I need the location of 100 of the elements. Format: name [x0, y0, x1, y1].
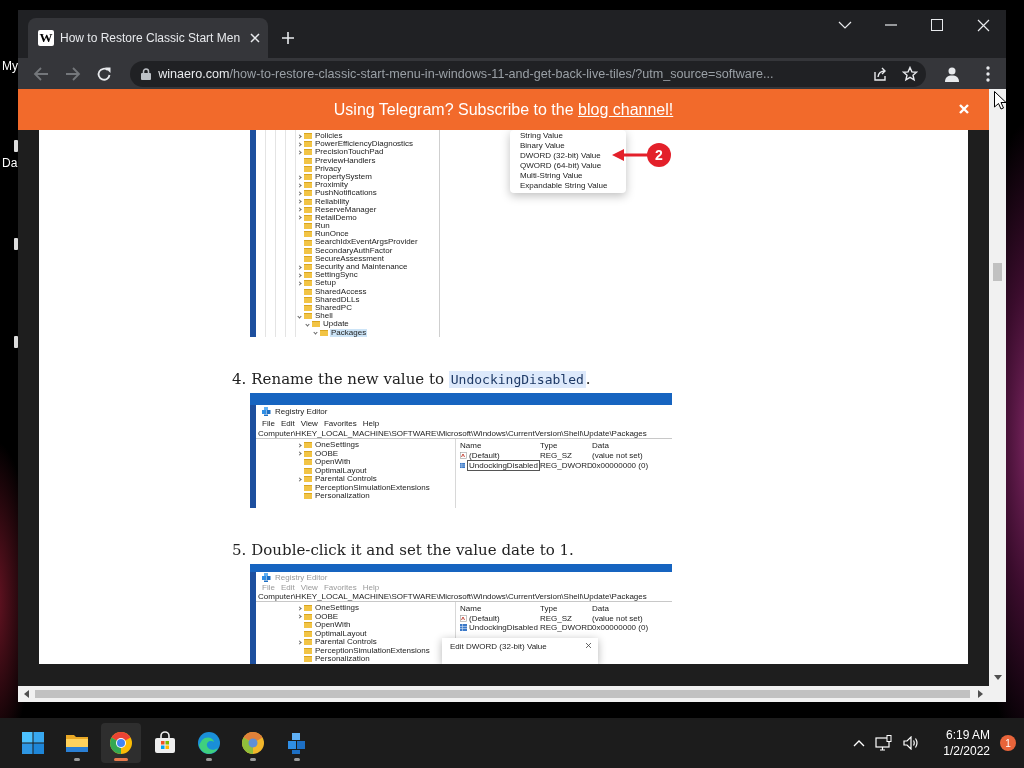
tree-item[interactable]: SecureAssessment: [314, 254, 385, 263]
tree-item[interactable]: Personalization: [314, 492, 371, 501]
menu-item[interactable]: View: [300, 418, 318, 428]
step-badge: 2: [647, 143, 671, 167]
column-header[interactable]: Name: [460, 441, 540, 451]
tree-item[interactable]: SettingSync: [314, 271, 359, 280]
share-icon[interactable]: [872, 65, 888, 82]
horizontal-scrollbar[interactable]: [18, 686, 1006, 702]
menu-item[interactable]: Binary Value: [520, 140, 565, 150]
scrollbar-thumb[interactable]: [35, 690, 970, 698]
tree-item[interactable]: SharedAccess: [314, 287, 368, 296]
value-data: (value not set): [592, 450, 644, 460]
tree-item[interactable]: OneSettings: [314, 604, 361, 613]
tree-item[interactable]: Shell: [314, 312, 334, 321]
profile-icon[interactable]: [944, 65, 960, 82]
desktop-icon-label[interactable]: My: [2, 59, 18, 73]
new-tab-icon[interactable]: [281, 31, 295, 45]
desktop-icon[interactable]: [14, 140, 18, 152]
menu-item[interactable]: Favorites: [323, 418, 357, 428]
tree-item[interactable]: Parental Controls: [314, 638, 378, 647]
column-header[interactable]: Data: [592, 441, 672, 451]
desktop-icon[interactable]: [14, 238, 18, 250]
tree-item[interactable]: OOBE: [314, 449, 340, 458]
tree-item[interactable]: RunOnce: [314, 230, 350, 239]
browser-tab[interactable]: W How to Restore Classic Start Men: [28, 18, 268, 58]
cubes-icon: [262, 407, 271, 416]
chevron-up-icon[interactable]: [853, 739, 866, 747]
browser-icon[interactable]: [109, 731, 133, 755]
tree-item[interactable]: SecondaryAuthFactor: [314, 246, 394, 255]
tree-item[interactable]: OpenWith: [314, 621, 352, 630]
menu-item[interactable]: DWORD (32-bit) Value: [520, 150, 601, 160]
dialog-title: Edit DWORD (32-bit) Value: [450, 642, 547, 651]
reload-icon[interactable]: [96, 65, 113, 82]
rename-field[interactable]: UndockingDisabled: [467, 460, 540, 471]
tree-item[interactable]: Privacy: [314, 164, 343, 173]
menu-item[interactable]: String Value: [520, 130, 563, 140]
tree-item[interactable]: PrecisionTouchPad: [314, 148, 385, 157]
tree-item[interactable]: PreviewHandlers: [314, 156, 377, 165]
tree-item[interactable]: SharedDLLs: [314, 295, 361, 304]
tree-item[interactable]: OneSettings: [314, 441, 361, 450]
shopping-bag-icon[interactable]: [153, 731, 177, 755]
menu-item[interactable]: QWORD (64-bit) Value: [520, 160, 602, 170]
volume-icon[interactable]: [903, 736, 920, 750]
desktop-icon-label[interactable]: Da: [2, 156, 18, 170]
tree-item[interactable]: OOBE: [314, 612, 340, 621]
tree-item[interactable]: Packages: [330, 328, 368, 337]
lock-icon[interactable]: [141, 67, 152, 80]
tree-item[interactable]: OpenWith: [314, 458, 352, 467]
menu-icon[interactable]: [986, 65, 990, 82]
tree-item[interactable]: PerceptionSimulationExtensions: [314, 483, 431, 492]
swirl-browser-icon[interactable]: [197, 731, 221, 755]
tree-item[interactable]: Update: [322, 320, 350, 329]
value-name[interactable]: (Default): [469, 450, 500, 460]
tree-item[interactable]: Personalization: [314, 655, 371, 664]
cubes-icon: [262, 573, 271, 582]
tree-item[interactable]: Reliability: [314, 197, 351, 206]
vertical-scrollbar[interactable]: [989, 89, 1006, 686]
tree-item[interactable]: SharedPC: [314, 303, 353, 313]
menu-item[interactable]: Multi-String Value: [520, 170, 583, 180]
scroll-down-icon[interactable]: [993, 675, 1002, 680]
menu-item[interactable]: File: [262, 418, 275, 428]
value-type: REG_DWORD: [540, 461, 592, 470]
star-icon[interactable]: [902, 65, 918, 82]
maximize-icon[interactable]: [931, 19, 943, 31]
tree-item[interactable]: PropertySystem: [314, 172, 373, 182]
clock-date[interactable]: 1/2/2022: [943, 743, 990, 759]
string-value-icon: [460, 614, 467, 622]
tree-item[interactable]: ReserveManager: [314, 205, 378, 214]
tree-item[interactable]: PushNotifications: [314, 189, 378, 198]
tree-item[interactable]: OptimalLayout: [314, 629, 368, 638]
tree-item[interactable]: Run: [314, 222, 331, 231]
scroll-right-icon[interactable]: [978, 690, 983, 698]
address-bar[interactable]: winaero.com/how-to-restore-classic-start-menu-in-windows-11-and-get-back-live-tiles/?utm_source=software...: [130, 60, 926, 87]
tree-item[interactable]: PerceptionSimulationExtensions: [314, 646, 431, 655]
callout-arrow: [612, 149, 648, 161]
clock-time[interactable]: 6:19 AM: [945, 727, 990, 743]
step-text: Double-click it and set the value date to 1.: [251, 541, 574, 559]
column-header[interactable]: Type: [540, 441, 592, 451]
tree-item[interactable]: Setup: [314, 279, 337, 288]
window-title: Registry Editor: [275, 573, 328, 582]
menu-item[interactable]: Expandable String Value: [520, 180, 608, 190]
tree-item[interactable]: RetailDemo: [314, 213, 358, 223]
start-icon[interactable]: [21, 731, 45, 755]
scrollbar-thumb[interactable]: [993, 263, 1002, 281]
tree-item[interactable]: SearchIdxEventArgsProvider: [314, 238, 419, 247]
taskbar-button[interactable]: [101, 723, 141, 763]
address-path[interactable]: Computer\HKEY_LOCAL_MACHINE\SOFTWARE\Microsoft\Windows\CurrentVersion\Shell\Update\Packages: [256, 428, 672, 439]
tree-item[interactable]: Security and Maintenance: [314, 263, 409, 272]
tree-item[interactable]: PowerEfficiencyDiagnostics: [314, 140, 415, 149]
desktop-icon[interactable]: [14, 336, 18, 348]
tree-item[interactable]: Parental Controls: [314, 475, 378, 484]
tree-item[interactable]: OptimalLayout: [314, 466, 368, 475]
network-icon[interactable]: [875, 735, 894, 751]
tree-item[interactable]: Policies: [314, 132, 344, 141]
tree-item[interactable]: Proximity: [314, 181, 349, 190]
orb-browser-icon[interactable]: [241, 731, 265, 755]
chevron-down-icon[interactable]: [838, 21, 852, 29]
scroll-left-icon[interactable]: [24, 690, 29, 698]
menu-item[interactable]: Edit: [280, 418, 295, 428]
menu-item[interactable]: Help: [362, 418, 380, 428]
